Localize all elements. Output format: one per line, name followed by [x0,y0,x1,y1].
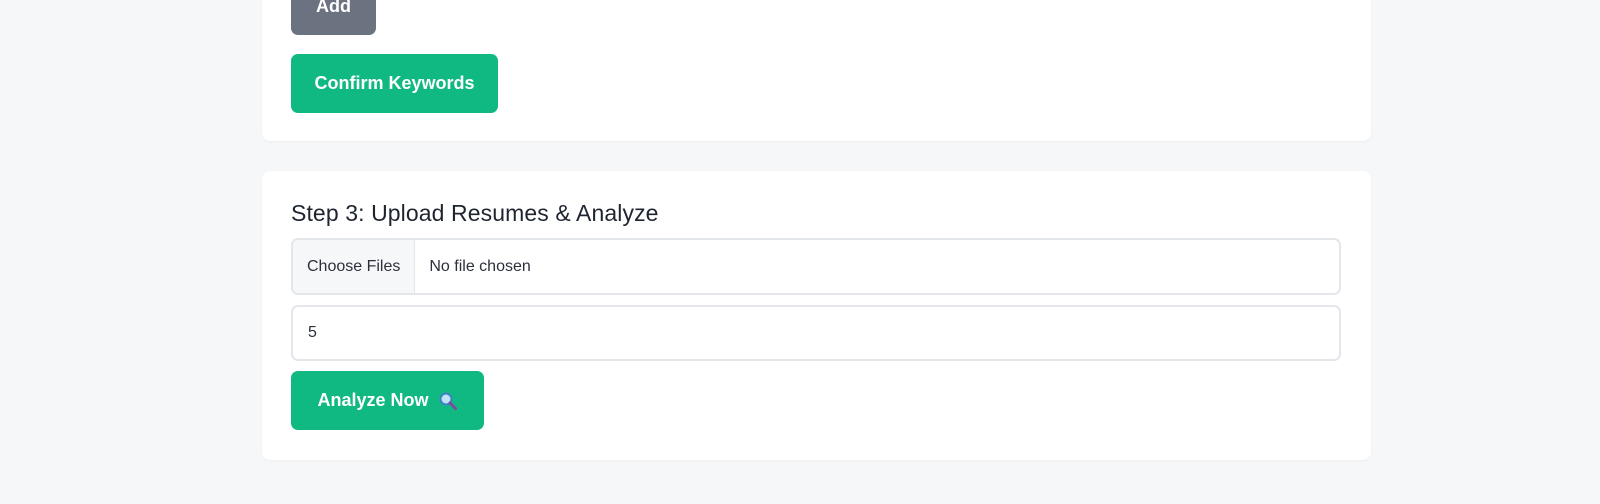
magnifying-glass-icon [438,391,458,411]
add-keyword-button[interactable]: Add [291,0,376,35]
upload-analyze-card: Step 3: Upload Resumes & Analyze Choose … [262,171,1371,460]
results-count-input[interactable]: 5 [291,305,1341,361]
results-count-value: 5 [308,324,317,341]
analyze-now-button[interactable]: Analyze Now [291,371,484,430]
choose-files-button[interactable]: Choose Files [293,240,416,293]
keywords-card: Add Confirm Keywords [262,0,1371,141]
analyze-now-label: Analyze Now [317,390,429,410]
step3-title: Step 3: Upload Resumes & Analyze [291,200,659,226]
resume-file-input[interactable]: Choose Files No file chosen [291,238,1341,295]
file-status-text: No file chosen [429,257,531,275]
confirm-keywords-button[interactable]: Confirm Keywords [291,54,498,113]
page: Add Confirm Keywords Step 3: Upload Resu… [0,0,1600,504]
